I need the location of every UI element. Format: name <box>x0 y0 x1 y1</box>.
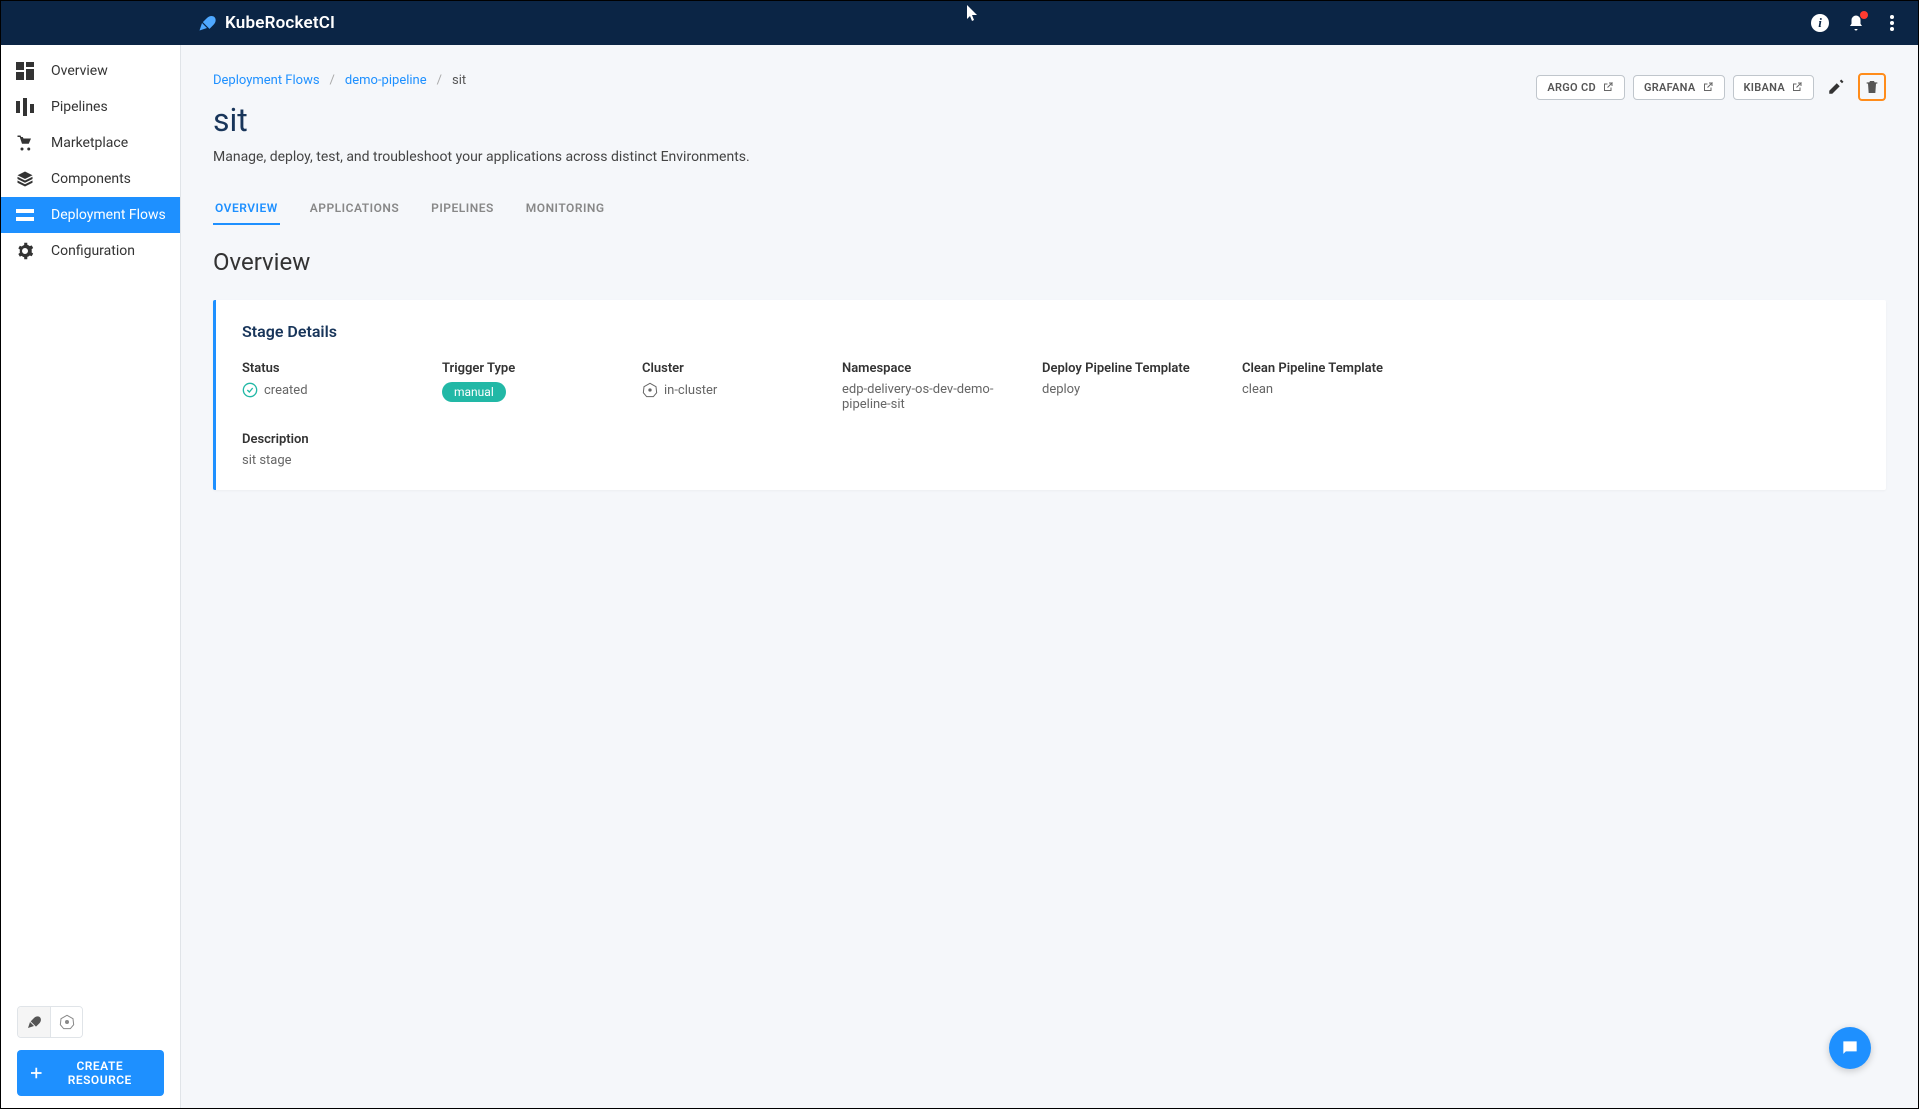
trigger-badge: manual <box>442 382 506 402</box>
sidebar-item-configuration[interactable]: Configuration <box>1 233 180 269</box>
pipelines-icon <box>15 97 35 117</box>
stage-details-card: Stage Details Status created Trigger Typ… <box>213 300 1886 490</box>
theme-toggle-rocket[interactable] <box>18 1007 50 1037</box>
detail-deploy-template: Deploy Pipeline Template deploy <box>1042 361 1242 412</box>
page-title: sit <box>213 101 1886 139</box>
detail-trigger-type: Trigger Type manual <box>442 361 642 412</box>
detail-value-text: created <box>264 383 308 398</box>
sidebar-item-label: Pipelines <box>51 99 108 115</box>
tab-applications[interactable]: APPLICATIONS <box>308 193 401 225</box>
gear-icon <box>15 241 35 261</box>
sidebar-item-label: Marketplace <box>51 135 128 151</box>
rocket-logo-icon <box>197 13 217 33</box>
kubernetes-icon <box>642 382 658 398</box>
delete-button[interactable] <box>1858 73 1886 101</box>
detail-value-text: deploy <box>1042 382 1242 397</box>
detail-label: Description <box>242 432 1860 447</box>
section-heading: Overview <box>213 248 1886 276</box>
detail-cluster: Cluster in-cluster <box>642 361 842 412</box>
argo-cd-button[interactable]: ARGO CD <box>1536 75 1625 100</box>
detail-status: Status created <box>242 361 442 412</box>
kibana-button[interactable]: KIBANA <box>1733 75 1814 100</box>
breadcrumb-link-pipeline[interactable]: demo-pipeline <box>345 73 427 88</box>
marketplace-icon <box>15 133 35 153</box>
chat-fab[interactable] <box>1829 1027 1871 1069</box>
tab-pipelines[interactable]: PIPELINES <box>429 193 496 225</box>
chat-icon <box>1840 1038 1860 1058</box>
tab-monitoring[interactable]: MONITORING <box>524 193 607 225</box>
breadcrumb-current: sit <box>452 73 466 88</box>
more-icon[interactable] <box>1882 13 1902 33</box>
trash-icon <box>1864 79 1880 95</box>
sidebar-item-marketplace[interactable]: Marketplace <box>1 125 180 161</box>
external-link-icon <box>1702 81 1714 93</box>
create-resource-button[interactable]: CREATE RESOURCE <box>17 1050 164 1096</box>
sidebar-item-label: Overview <box>51 63 108 79</box>
detail-label: Deploy Pipeline Template <box>1042 361 1242 376</box>
grafana-button[interactable]: GRAFANA <box>1633 75 1725 100</box>
page-subtitle: Manage, deploy, test, and troubleshoot y… <box>213 149 1886 165</box>
sidebar: Overview Pipelines Marketplace Component… <box>1 45 181 1108</box>
sidebar-item-label: Components <box>51 171 131 187</box>
tabs: OVERVIEW APPLICATIONS PIPELINES MONITORI… <box>213 193 1886 226</box>
deployment-flows-icon <box>15 205 35 225</box>
notifications-icon[interactable] <box>1846 13 1866 33</box>
sidebar-item-pipelines[interactable]: Pipelines <box>1 89 180 125</box>
pencil-icon <box>1827 78 1845 96</box>
detail-clean-template: Clean Pipeline Template clean <box>1242 361 1860 412</box>
card-title: Stage Details <box>242 322 1860 341</box>
detail-label: Clean Pipeline Template <box>1242 361 1860 376</box>
dashboard-icon <box>15 61 35 81</box>
breadcrumb: Deployment Flows / demo-pipeline / sit <box>213 73 466 88</box>
theme-toggle-k8s[interactable] <box>50 1007 82 1037</box>
detail-value-text: edp-delivery-os-dev-demo-pipeline-sit <box>842 382 1042 412</box>
sidebar-item-overview[interactable]: Overview <box>1 53 180 89</box>
components-icon <box>15 169 35 189</box>
detail-label: Cluster <box>642 361 842 376</box>
status-check-icon <box>242 382 258 398</box>
detail-value-text: in-cluster <box>664 383 717 398</box>
tab-overview[interactable]: OVERVIEW <box>213 193 280 225</box>
detail-label: Trigger Type <box>442 361 642 376</box>
sidebar-item-label: Deployment Flows <box>51 207 166 223</box>
main-content: Deployment Flows / demo-pipeline / sit A… <box>181 45 1918 1108</box>
detail-label: Namespace <box>842 361 1042 376</box>
breadcrumb-separator: / <box>330 73 335 88</box>
sidebar-item-label: Configuration <box>51 243 135 259</box>
detail-value-text: sit stage <box>242 453 1860 468</box>
detail-description: Description sit stage <box>242 432 1860 468</box>
info-icon[interactable]: i <box>1810 13 1830 33</box>
edit-button[interactable] <box>1822 73 1850 101</box>
breadcrumb-separator: / <box>437 73 442 88</box>
external-link-icon <box>1791 81 1803 93</box>
sidebar-item-components[interactable]: Components <box>1 161 180 197</box>
cursor-icon <box>967 5 981 21</box>
topbar: KubeRocketCI i <box>1 1 1918 45</box>
brand-name: KubeRocketCI <box>225 13 335 33</box>
detail-value-text: clean <box>1242 382 1860 397</box>
create-resource-label: CREATE RESOURCE <box>50 1059 150 1087</box>
external-link-icon <box>1602 81 1614 93</box>
detail-namespace: Namespace edp-delivery-os-dev-demo-pipel… <box>842 361 1042 412</box>
detail-label: Status <box>242 361 442 376</box>
breadcrumb-link-deployment-flows[interactable]: Deployment Flows <box>213 73 320 88</box>
sidebar-item-deployment-flows[interactable]: Deployment Flows <box>1 197 180 233</box>
